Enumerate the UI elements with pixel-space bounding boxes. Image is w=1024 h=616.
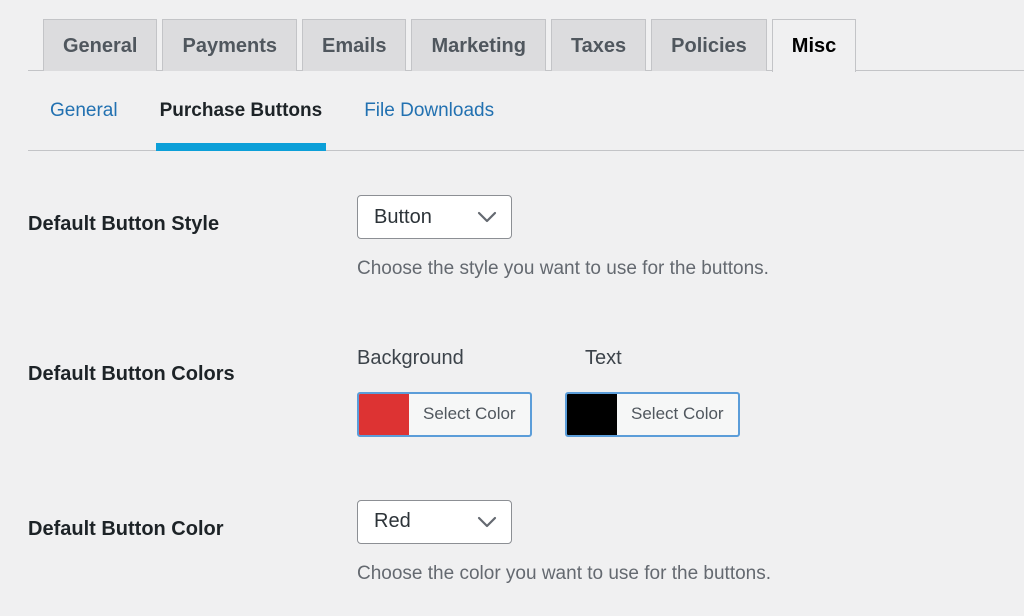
button-style-select[interactable]: Button bbox=[357, 195, 512, 239]
setting-label-button-style: Default Button Style bbox=[0, 195, 357, 237]
tab-label: General bbox=[63, 36, 137, 56]
setting-label-button-colors: Default Button Colors bbox=[0, 345, 357, 387]
subnav-label: General bbox=[50, 100, 118, 122]
tab-label: Misc bbox=[792, 36, 836, 56]
tab-taxes[interactable]: Taxes bbox=[551, 19, 646, 71]
background-color-picker[interactable]: Select Color bbox=[357, 392, 532, 437]
setting-row-button-style: Default Button Style Button Choose the s… bbox=[0, 195, 1024, 283]
setting-field-button-color: Red Choose the color you want to use for… bbox=[357, 500, 1024, 588]
tab-policies[interactable]: Policies bbox=[651, 19, 767, 71]
setting-row-button-color: Default Button Color Red Choose the colo… bbox=[0, 500, 1024, 588]
subnav-item-general[interactable]: General bbox=[50, 71, 118, 151]
chevron-down-icon bbox=[477, 211, 497, 223]
tab-label: Marketing bbox=[431, 36, 525, 56]
setting-row-button-colors: Default Button Colors Background Text Se… bbox=[0, 345, 1024, 440]
background-color-heading: Background bbox=[357, 347, 585, 370]
text-color-swatch[interactable] bbox=[567, 394, 617, 435]
tab-emails[interactable]: Emails bbox=[302, 19, 406, 71]
background-color-slot: Select Color bbox=[357, 392, 565, 440]
sub-navigation: General Purchase Buttons File Downloads bbox=[0, 71, 1024, 151]
tab-label: Emails bbox=[322, 36, 386, 56]
button-color-select[interactable]: Red bbox=[357, 500, 512, 544]
tab-general[interactable]: General bbox=[43, 19, 157, 71]
button-style-value: Button bbox=[374, 206, 432, 229]
subnav-item-file-downloads[interactable]: File Downloads bbox=[364, 71, 494, 151]
tab-label: Policies bbox=[671, 36, 747, 56]
tab-payments[interactable]: Payments bbox=[162, 19, 297, 71]
setting-field-button-style: Button Choose the style you want to use … bbox=[357, 195, 1024, 283]
button-color-value: Red bbox=[374, 510, 411, 533]
tab-misc[interactable]: Misc bbox=[772, 19, 856, 72]
subnav-item-purchase-buttons[interactable]: Purchase Buttons bbox=[160, 71, 323, 151]
text-color-heading: Text bbox=[585, 347, 622, 370]
tab-label: Taxes bbox=[571, 36, 626, 56]
text-color-picker[interactable]: Select Color bbox=[565, 392, 740, 437]
setting-field-button-colors: Background Text Select Color Select Colo… bbox=[357, 345, 1024, 440]
text-select-color-label: Select Color bbox=[617, 394, 738, 435]
settings-form: Default Button Style Button Choose the s… bbox=[0, 151, 1024, 587]
subnav-label: File Downloads bbox=[364, 100, 494, 122]
text-color-slot: Select Color bbox=[565, 392, 773, 440]
settings-tab-bar: General Payments Emails Marketing Taxes … bbox=[0, 0, 1024, 71]
background-select-color-label: Select Color bbox=[409, 394, 530, 435]
color-picker-group: Select Color Select Color bbox=[357, 392, 1024, 440]
button-style-description: Choose the style you want to use for the… bbox=[357, 256, 1024, 283]
chevron-down-icon bbox=[477, 516, 497, 528]
button-color-description: Choose the color you want to use for the… bbox=[357, 561, 1024, 588]
subnav-label: Purchase Buttons bbox=[160, 100, 323, 122]
color-column-headings: Background Text bbox=[357, 345, 1024, 370]
tab-marketing[interactable]: Marketing bbox=[411, 19, 545, 71]
tab-label: Payments bbox=[182, 36, 277, 56]
background-color-swatch[interactable] bbox=[359, 394, 409, 435]
setting-label-button-color: Default Button Color bbox=[0, 500, 357, 542]
